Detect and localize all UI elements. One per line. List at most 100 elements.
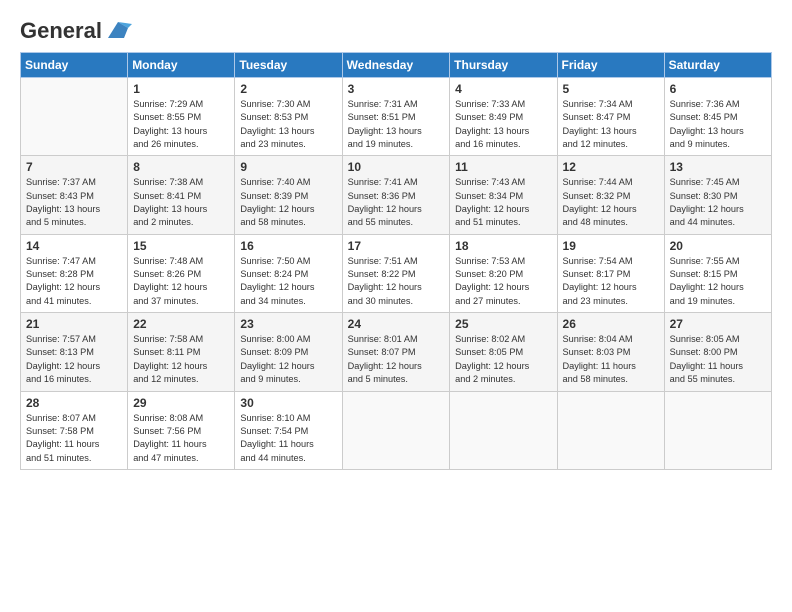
- calendar-cell: 23 Sunrise: 8:00 AM Sunset: 8:09 PM Dayli…: [235, 313, 342, 391]
- day-number: 26: [563, 317, 659, 331]
- calendar-cell: 12 Sunrise: 7:44 AM Sunset: 8:32 PM Dayli…: [557, 156, 664, 234]
- day-info: Sunrise: 7:57 AM Sunset: 8:13 PM Dayligh…: [26, 333, 122, 386]
- day-info: Sunrise: 8:05 AM Sunset: 8:00 PM Dayligh…: [670, 333, 766, 386]
- day-number: 10: [348, 160, 445, 174]
- day-info: Sunrise: 7:38 AM Sunset: 8:41 PM Dayligh…: [133, 176, 229, 229]
- day-info: Sunrise: 7:29 AM Sunset: 8:55 PM Dayligh…: [133, 98, 229, 151]
- day-header-tuesday: Tuesday: [235, 53, 342, 78]
- calendar-header-row: SundayMondayTuesdayWednesdayThursdayFrid…: [21, 53, 772, 78]
- day-info: Sunrise: 7:34 AM Sunset: 8:47 PM Dayligh…: [563, 98, 659, 151]
- day-info: Sunrise: 8:10 AM Sunset: 7:54 PM Dayligh…: [240, 412, 336, 465]
- day-number: 21: [26, 317, 122, 331]
- calendar-cell: 5 Sunrise: 7:34 AM Sunset: 8:47 PM Daylig…: [557, 78, 664, 156]
- day-info: Sunrise: 7:45 AM Sunset: 8:30 PM Dayligh…: [670, 176, 766, 229]
- calendar-cell: [664, 391, 771, 469]
- day-number: 11: [455, 160, 551, 174]
- day-header-thursday: Thursday: [450, 53, 557, 78]
- calendar-cell: 13Sunrise: 7:45 AM Sunset: 8:30 PM Dayli…: [664, 156, 771, 234]
- day-info: Sunrise: 8:00 AM Sunset: 8:09 PM Dayligh…: [240, 333, 336, 386]
- calendar-table: SundayMondayTuesdayWednesdayThursdayFrid…: [20, 52, 772, 470]
- day-header-sunday: Sunday: [21, 53, 128, 78]
- calendar-cell: 17 Sunrise: 7:51 AM Sunset: 8:22 PM Dayli…: [342, 234, 450, 312]
- day-number: 16: [240, 239, 336, 253]
- day-number: 28: [26, 396, 122, 410]
- day-number: 12: [563, 160, 659, 174]
- day-header-saturday: Saturday: [664, 53, 771, 78]
- calendar-cell: 22Sunrise: 7:58 AM Sunset: 8:11 PM Dayli…: [128, 313, 235, 391]
- calendar-cell: 6 Sunrise: 7:36 AM Sunset: 8:45 PM Daylig…: [664, 78, 771, 156]
- calendar-cell: 1 Sunrise: 7:29 AM Sunset: 8:55 PM Daylig…: [128, 78, 235, 156]
- day-number: 9: [240, 160, 336, 174]
- calendar-cell: 16 Sunrise: 7:50 AM Sunset: 8:24 PM Dayli…: [235, 234, 342, 312]
- day-header-friday: Friday: [557, 53, 664, 78]
- day-info: Sunrise: 7:44 AM Sunset: 8:32 PM Dayligh…: [563, 176, 659, 229]
- day-number: 20: [670, 239, 766, 253]
- header: General: [20, 18, 772, 40]
- day-info: Sunrise: 7:51 AM Sunset: 8:22 PM Dayligh…: [348, 255, 445, 308]
- day-info: Sunrise: 7:30 AM Sunset: 8:53 PM Dayligh…: [240, 98, 336, 151]
- calendar-cell: 18Sunrise: 7:53 AM Sunset: 8:20 PM Dayli…: [450, 234, 557, 312]
- day-number: 17: [348, 239, 445, 253]
- day-info: Sunrise: 7:41 AM Sunset: 8:36 PM Dayligh…: [348, 176, 445, 229]
- calendar-cell: 24 Sunrise: 8:01 AM Sunset: 8:07 PM Dayli…: [342, 313, 450, 391]
- calendar-cell: [557, 391, 664, 469]
- calendar-cell: [21, 78, 128, 156]
- day-number: 30: [240, 396, 336, 410]
- day-header-monday: Monday: [128, 53, 235, 78]
- calendar-cell: 11 Sunrise: 7:43 AM Sunset: 8:34 PM Dayli…: [450, 156, 557, 234]
- calendar-cell: 29Sunrise: 8:08 AM Sunset: 7:56 PM Dayli…: [128, 391, 235, 469]
- day-header-wednesday: Wednesday: [342, 53, 450, 78]
- day-info: Sunrise: 8:02 AM Sunset: 8:05 PM Dayligh…: [455, 333, 551, 386]
- day-number: 1: [133, 82, 229, 96]
- logo-general: General: [20, 18, 102, 44]
- day-info: Sunrise: 7:58 AM Sunset: 8:11 PM Dayligh…: [133, 333, 229, 386]
- day-info: Sunrise: 7:48 AM Sunset: 8:26 PM Dayligh…: [133, 255, 229, 308]
- calendar-cell: 21 Sunrise: 7:57 AM Sunset: 8:13 PM Dayli…: [21, 313, 128, 391]
- calendar-cell: 27 Sunrise: 8:05 AM Sunset: 8:00 PM Dayli…: [664, 313, 771, 391]
- day-number: 18: [455, 239, 551, 253]
- day-number: 19: [563, 239, 659, 253]
- calendar-cell: 3 Sunrise: 7:31 AM Sunset: 8:51 PM Daylig…: [342, 78, 450, 156]
- day-info: Sunrise: 7:31 AM Sunset: 8:51 PM Dayligh…: [348, 98, 445, 151]
- day-info: Sunrise: 7:43 AM Sunset: 8:34 PM Dayligh…: [455, 176, 551, 229]
- day-info: Sunrise: 8:04 AM Sunset: 8:03 PM Dayligh…: [563, 333, 659, 386]
- calendar-cell: 8 Sunrise: 7:38 AM Sunset: 8:41 PM Daylig…: [128, 156, 235, 234]
- calendar-cell: 28 Sunrise: 8:07 AM Sunset: 7:58 PM Dayli…: [21, 391, 128, 469]
- day-info: Sunrise: 7:55 AM Sunset: 8:15 PM Dayligh…: [670, 255, 766, 308]
- day-number: 2: [240, 82, 336, 96]
- calendar-cell: [342, 391, 450, 469]
- calendar-cell: 10 Sunrise: 7:41 AM Sunset: 8:36 PM Dayli…: [342, 156, 450, 234]
- day-info: Sunrise: 8:07 AM Sunset: 7:58 PM Dayligh…: [26, 412, 122, 465]
- day-number: 4: [455, 82, 551, 96]
- day-number: 7: [26, 160, 122, 174]
- calendar-cell: 19 Sunrise: 7:54 AM Sunset: 8:17 PM Dayli…: [557, 234, 664, 312]
- calendar-cell: 4 Sunrise: 7:33 AM Sunset: 8:49 PM Daylig…: [450, 78, 557, 156]
- day-info: Sunrise: 7:47 AM Sunset: 8:28 PM Dayligh…: [26, 255, 122, 308]
- calendar-cell: 7Sunrise: 7:37 AM Sunset: 8:43 PM Daylig…: [21, 156, 128, 234]
- day-number: 24: [348, 317, 445, 331]
- day-number: 25: [455, 317, 551, 331]
- day-number: 6: [670, 82, 766, 96]
- day-number: 5: [563, 82, 659, 96]
- calendar-cell: 14 Sunrise: 7:47 AM Sunset: 8:28 PM Dayli…: [21, 234, 128, 312]
- calendar-cell: 25 Sunrise: 8:02 AM Sunset: 8:05 PM Dayli…: [450, 313, 557, 391]
- day-number: 23: [240, 317, 336, 331]
- day-info: Sunrise: 8:01 AM Sunset: 8:07 PM Dayligh…: [348, 333, 445, 386]
- day-info: Sunrise: 7:36 AM Sunset: 8:45 PM Dayligh…: [670, 98, 766, 151]
- day-number: 8: [133, 160, 229, 174]
- calendar-cell: 26 Sunrise: 8:04 AM Sunset: 8:03 PM Dayli…: [557, 313, 664, 391]
- day-info: Sunrise: 7:50 AM Sunset: 8:24 PM Dayligh…: [240, 255, 336, 308]
- day-number: 15: [133, 239, 229, 253]
- logo-icon: [104, 20, 132, 42]
- calendar-cell: [450, 391, 557, 469]
- calendar-cell: 2 Sunrise: 7:30 AM Sunset: 8:53 PM Daylig…: [235, 78, 342, 156]
- day-number: 27: [670, 317, 766, 331]
- calendar-cell: 9Sunrise: 7:40 AM Sunset: 8:39 PM Daylig…: [235, 156, 342, 234]
- day-info: Sunrise: 7:33 AM Sunset: 8:49 PM Dayligh…: [455, 98, 551, 151]
- calendar-cell: 15 Sunrise: 7:48 AM Sunset: 8:26 PM Dayli…: [128, 234, 235, 312]
- day-info: Sunrise: 7:54 AM Sunset: 8:17 PM Dayligh…: [563, 255, 659, 308]
- page: General SundayMondayTuesdayWednesdayThur…: [0, 0, 792, 612]
- day-number: 14: [26, 239, 122, 253]
- calendar-cell: 20 Sunrise: 7:55 AM Sunset: 8:15 PM Dayli…: [664, 234, 771, 312]
- day-number: 3: [348, 82, 445, 96]
